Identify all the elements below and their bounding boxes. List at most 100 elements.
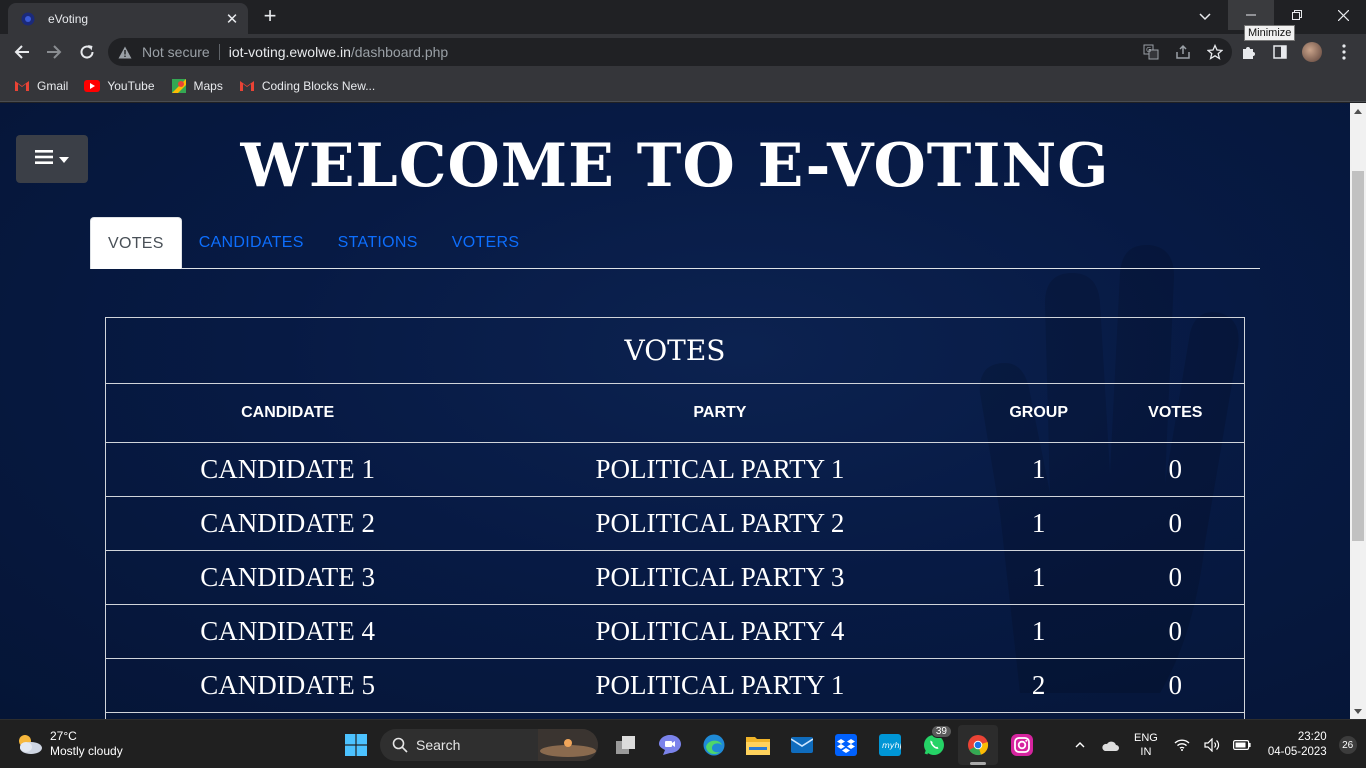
- scrollbar-thumb[interactable]: [1352, 171, 1364, 541]
- cell-party: POLITICAL PARTY 4: [469, 604, 971, 659]
- bookmark-label: YouTube: [107, 78, 155, 93]
- cell-candidate: CANDIDATE 2: [105, 496, 470, 551]
- tab-title: eVoting: [48, 11, 89, 26]
- votes-table: VOTES CANDIDATE PARTY GROUP VOTES CANDID…: [105, 317, 1245, 719]
- clock-date: 04-05-2023: [1267, 746, 1327, 758]
- system-tray: ENG IN 23:20 04-05-2023 26: [1068, 728, 1357, 762]
- bookmark-label: Gmail: [37, 78, 69, 93]
- maps-icon: [171, 78, 187, 94]
- cell-group: 1: [970, 442, 1107, 497]
- weather-widget[interactable]: 27°C Mostly cloudy: [14, 729, 123, 759]
- taskbar-search-box[interactable]: Search: [380, 729, 598, 761]
- weather-temperature: 27°C: [50, 729, 77, 743]
- bookmark-youtube[interactable]: YouTube: [84, 78, 155, 94]
- tab-candidates[interactable]: CANDIDATES: [182, 217, 321, 269]
- gmail-icon: [14, 78, 30, 94]
- table-row: CANDIDATE 5 POLITICAL PARTY 1 2 0: [105, 658, 1245, 713]
- back-arrow-icon[interactable]: [11, 41, 33, 63]
- scroll-down-arrow-icon[interactable]: [1350, 703, 1366, 719]
- tab-search-icon[interactable]: [1194, 6, 1216, 28]
- dropbox-icon[interactable]: [826, 725, 866, 765]
- bookmark-star-icon[interactable]: [1206, 43, 1224, 61]
- cell-votes: 0: [1106, 496, 1245, 551]
- browser-toolbar: Not secure iot-voting.ewolwe.in /dashboa…: [0, 34, 1366, 70]
- mail-icon[interactable]: [782, 725, 822, 765]
- url-path: /dashboard.php: [350, 44, 449, 60]
- svg-text:G: G: [1146, 46, 1151, 54]
- task-view-icon[interactable]: [606, 725, 646, 765]
- battery-icon[interactable]: [1230, 733, 1254, 757]
- language-line-1: ENG: [1134, 732, 1158, 744]
- windows-start-icon[interactable]: [336, 725, 376, 765]
- table-caption-row: VOTES: [105, 317, 1245, 384]
- table-row: CANDIDATE 4 POLITICAL PARTY 4 1 0: [105, 604, 1245, 659]
- instagram-icon[interactable]: [1002, 725, 1042, 765]
- cell-party: POLITICAL PARTY 2: [469, 496, 971, 551]
- bookmark-label: Coding Blocks New...: [261, 78, 376, 93]
- new-tab-button[interactable]: +: [258, 5, 282, 29]
- chat-icon[interactable]: [650, 725, 690, 765]
- omnibox-divider: [218, 44, 220, 60]
- chevron-up-icon[interactable]: [1068, 733, 1092, 757]
- chrome-menu-icon[interactable]: [1334, 42, 1354, 62]
- column-header-party: PARTY: [469, 383, 971, 443]
- clock-time: 23:20: [1297, 731, 1327, 743]
- language-indicator[interactable]: ENG IN: [1134, 731, 1158, 759]
- browser-tab[interactable]: eVoting ✕: [8, 3, 248, 34]
- table-caption: VOTES: [105, 317, 1245, 384]
- tab-close-icon[interactable]: ✕: [222, 10, 242, 28]
- bookmark-label: Maps: [193, 78, 223, 93]
- cell-votes: 0: [1106, 442, 1245, 497]
- cell-group: 1: [970, 496, 1107, 551]
- cloudy-weather-icon: [14, 732, 44, 756]
- close-window-button[interactable]: [1320, 0, 1366, 30]
- onedrive-cloud-icon[interactable]: [1098, 733, 1122, 757]
- security-label[interactable]: Not secure: [142, 44, 210, 60]
- warning-icon[interactable]: [118, 46, 134, 59]
- column-header-group: GROUP: [970, 383, 1107, 443]
- cell-group: 1: [970, 604, 1107, 659]
- translate-icon[interactable]: G: [1142, 43, 1160, 61]
- tab-stations[interactable]: STATIONS: [321, 217, 435, 269]
- url-host: iot-voting.ewolwe.in: [228, 44, 351, 60]
- table-row: CANDIDATE 3 POLITICAL PARTY 3 1 0: [105, 550, 1245, 605]
- column-header-candidate: CANDIDATE: [105, 383, 470, 443]
- file-explorer-icon[interactable]: [738, 725, 778, 765]
- cell-party: POLITICAL PARTY 3: [469, 550, 971, 605]
- bookmark-gmail[interactable]: Gmail: [14, 78, 68, 94]
- forward-arrow-icon[interactable]: [43, 41, 65, 63]
- extensions-puzzle-icon[interactable]: [1238, 42, 1258, 62]
- search-highlight-image: [538, 729, 598, 761]
- bookmark-coding-blocks[interactable]: Coding Blocks New...: [239, 78, 375, 94]
- cell-group: 2: [970, 658, 1107, 713]
- share-icon[interactable]: [1174, 43, 1192, 61]
- edge-icon[interactable]: [694, 725, 734, 765]
- page-viewport: WELCOME TO E-VOTING VOTES CANDIDATES STA…: [0, 103, 1350, 719]
- reload-icon[interactable]: [76, 41, 98, 63]
- page-scrollbar[interactable]: [1350, 103, 1366, 719]
- bookmark-maps[interactable]: Maps: [171, 78, 223, 94]
- chrome-icon[interactable]: [958, 725, 998, 765]
- minimize-tooltip: Minimize: [1244, 25, 1296, 41]
- cell-votes: 0: [1106, 550, 1245, 605]
- weather-condition: Mostly cloudy: [50, 744, 123, 758]
- section-tabs: VOTES CANDIDATES STATIONS VOTERS: [90, 217, 1260, 269]
- bookmarks-bar: Gmail YouTube Maps Coding Blocks New...: [0, 70, 1366, 102]
- whatsapp-icon[interactable]: 39: [914, 725, 954, 765]
- volume-icon[interactable]: [1200, 733, 1224, 757]
- wifi-icon[interactable]: [1170, 733, 1194, 757]
- address-bar[interactable]: Not secure iot-voting.ewolwe.in /dashboa…: [108, 38, 1232, 66]
- side-panel-icon[interactable]: [1270, 42, 1290, 62]
- svg-text:myhp: myhp: [882, 741, 901, 750]
- tab-votes[interactable]: VOTES: [90, 217, 182, 269]
- myhp-icon[interactable]: myhp: [870, 725, 910, 765]
- scroll-up-arrow-icon[interactable]: [1350, 103, 1366, 119]
- cell-votes: 0: [1106, 658, 1245, 713]
- windows-taskbar: 27°C Mostly cloudy Search myh 39 ENG IN …: [0, 719, 1366, 768]
- profile-avatar[interactable]: [1302, 42, 1322, 62]
- table-row: CANDIDATE 1 POLITICAL PARTY 1 1 0: [105, 442, 1245, 497]
- gmail-icon: [239, 78, 255, 94]
- taskbar-clock[interactable]: 23:20 04-05-2023: [1268, 730, 1327, 760]
- tab-voters[interactable]: VOTERS: [435, 217, 537, 269]
- notification-badge[interactable]: 26: [1338, 736, 1357, 754]
